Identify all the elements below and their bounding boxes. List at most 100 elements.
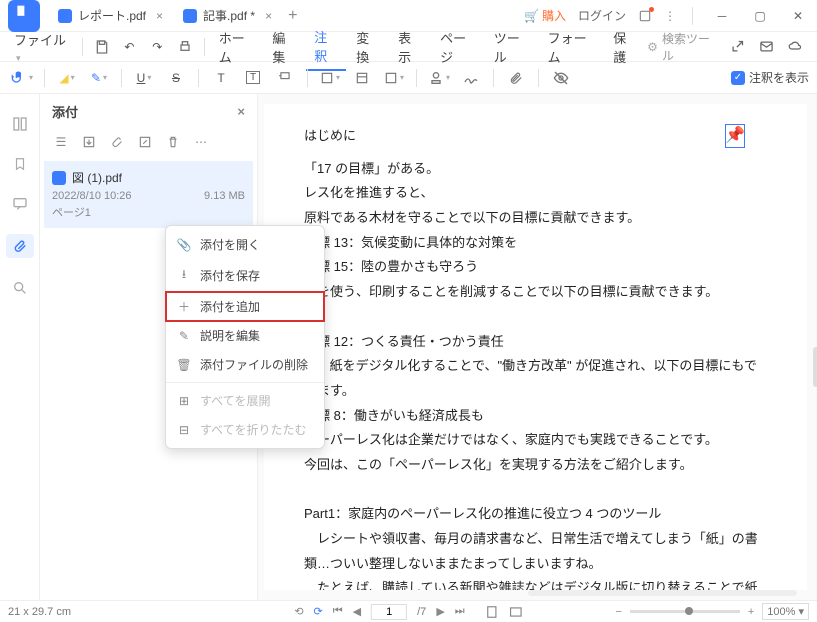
last-page-icon[interactable]: ⏭	[455, 605, 465, 618]
zoom-slider[interactable]	[630, 610, 740, 613]
pencil-icon[interactable]: ✎▾	[85, 66, 113, 90]
attachment-context-menu: 📎添付を開く ⭳添付を保存 ＋添付を追加 ✎説明を編集 🗑添付ファイルの削除 ⊞…	[165, 225, 325, 449]
pdf-page[interactable]: 📌 はじめに 「17 の目標」がある。レス化を推進すると、原料である木材を守るこ…	[264, 104, 807, 590]
doc-line: たとえば、購読している新聞や雑誌などはデジタル版に切り替えることで紙を減らすこと…	[304, 576, 767, 590]
add-tab-button[interactable]: +	[288, 7, 297, 25]
page-number-input[interactable]	[371, 604, 407, 620]
undo-icon[interactable]: ↶	[117, 35, 143, 59]
doc-line: 目標 12：つくる責任・つかう責任	[304, 330, 767, 355]
add-icon: ＋	[176, 298, 192, 315]
note-icon[interactable]: ▾	[316, 66, 344, 90]
print-icon[interactable]	[172, 35, 198, 59]
menu-home[interactable]: ホーム	[211, 24, 263, 70]
redo-icon[interactable]: ↷	[144, 35, 170, 59]
hand-tool-icon[interactable]: ▾	[8, 66, 36, 90]
cloud-icon[interactable]	[788, 39, 803, 54]
save-icon[interactable]	[89, 35, 115, 59]
doc-line: Part1：家庭内のペーパーレス化の推進に役立つ 4 つのツール	[304, 502, 767, 527]
area-highlight-icon[interactable]	[348, 66, 376, 90]
bookmarks-icon[interactable]	[10, 154, 30, 174]
search-tool[interactable]: ⚙ 検索ツール	[647, 30, 716, 64]
notification-icon[interactable]	[638, 9, 652, 23]
first-page-icon[interactable]: ⏮	[333, 605, 343, 618]
login-link[interactable]: ログイン	[578, 7, 626, 24]
comments-icon[interactable]	[10, 194, 30, 214]
doc-line: 今回は、この「ペーパーレス化」を実現する方法をご紹介します。	[304, 453, 767, 478]
list-icon[interactable]: ☰	[52, 133, 70, 151]
ctx-edit-description[interactable]: ✎説明を編集	[166, 321, 324, 350]
statusbar: 21 x 29.7 cm ⟲ ⟳ ⏮ ◀ /7 ▶ ⏭ − + 100% ▾	[0, 600, 817, 622]
purchase-link[interactable]: 🛒 購入	[524, 7, 566, 24]
ctx-delete-attachment[interactable]: 🗑添付ファイルの削除	[166, 350, 324, 379]
textbox-icon[interactable]: T	[239, 66, 267, 90]
close-icon[interactable]: ×	[237, 104, 245, 119]
close-icon[interactable]: ×	[265, 9, 272, 23]
page-total: /7	[417, 606, 426, 618]
attachment-size: 9.13 MB	[204, 190, 245, 202]
maximize-button[interactable]: ▢	[747, 3, 773, 29]
minimize-button[interactable]: ─	[709, 3, 735, 29]
kebab-menu-icon[interactable]: ⋮	[664, 9, 676, 23]
share-icon[interactable]	[730, 39, 745, 54]
ctx-open-attachment[interactable]: 📎添付を開く	[166, 230, 324, 259]
attachments-icon[interactable]	[6, 234, 34, 258]
menu-view[interactable]: 表示	[390, 24, 430, 70]
menu-tool[interactable]: ツール	[486, 24, 538, 70]
menu-form[interactable]: フォーム	[540, 24, 604, 70]
rotate-right-icon[interactable]: ⟳	[314, 605, 323, 618]
search-panel-icon[interactable]	[10, 278, 30, 298]
menu-protect[interactable]: 保護	[605, 24, 645, 70]
attachment-item[interactable]: 図 (1).pdf 2022/8/10 10:26 9.13 MB ページ1	[44, 161, 253, 228]
tab-label: 記事.pdf *	[203, 7, 255, 24]
strikethrough-icon[interactable]: S	[162, 66, 190, 90]
pdf-icon	[183, 9, 197, 23]
callout-icon[interactable]	[271, 66, 299, 90]
hide-icon[interactable]	[547, 66, 575, 90]
doc-line	[304, 478, 767, 503]
collapse-icon: ⊟	[176, 423, 192, 437]
stamp-icon[interactable]: ▾	[425, 66, 453, 90]
horizontal-scrollbar[interactable]	[528, 590, 797, 596]
highlight-icon[interactable]: ◢▾	[53, 66, 81, 90]
mail-icon[interactable]	[759, 39, 774, 54]
zoom-select[interactable]: 100% ▾	[762, 603, 809, 620]
menu-annotate[interactable]: 注釈	[306, 23, 346, 71]
prev-page-icon[interactable]: ◀	[353, 605, 361, 618]
save-attachment-icon[interactable]	[80, 133, 98, 151]
doc-body: 「17 の目標」がある。レス化を推進すると、原料である木材を守ることで以下の目標…	[304, 157, 767, 590]
close-icon[interactable]: ×	[156, 9, 163, 23]
menu-page[interactable]: ページ	[432, 24, 484, 70]
ctx-save-attachment[interactable]: ⭳添付を保存	[166, 259, 324, 292]
doc-line: 紙を使う、印刷することを削減することで以下の目標に貢献できます。	[304, 280, 767, 305]
document-area: W 📌 はじめに 「17 の目標」がある。レス化を推進すると、原料である木材を守…	[258, 94, 817, 600]
text-tool-icon[interactable]: T	[207, 66, 235, 90]
menu-file[interactable]: ファイル▾	[6, 26, 76, 68]
more-icon[interactable]: ⋯	[192, 133, 210, 151]
delete-icon[interactable]	[164, 133, 182, 151]
zoom-out-icon[interactable]: −	[615, 606, 621, 618]
shapes-icon[interactable]: ▾	[380, 66, 408, 90]
close-button[interactable]: ✕	[785, 3, 811, 29]
fit-icon[interactable]	[485, 605, 499, 619]
sidebar-rail	[0, 94, 40, 600]
edit-icon[interactable]	[136, 133, 154, 151]
attachment-pin[interactable]: 📌	[725, 124, 745, 148]
ctx-collapse-all: ⊟すべてを折りたたむ	[166, 415, 324, 444]
rotate-left-icon[interactable]: ⟲	[294, 605, 303, 618]
attachment-icon[interactable]	[502, 66, 530, 90]
zoom-in-icon[interactable]: +	[748, 606, 754, 618]
underline-icon[interactable]: U▾	[130, 66, 158, 90]
signature-icon[interactable]	[457, 66, 485, 90]
next-page-icon[interactable]: ▶	[436, 605, 444, 618]
panel-toolbar: ☰ ⋯	[40, 129, 257, 159]
thumbnails-icon[interactable]	[10, 114, 30, 134]
menu-edit[interactable]: 編集	[264, 24, 304, 70]
reading-mode-icon[interactable]	[509, 605, 523, 619]
show-annotations-toggle[interactable]: ✓ 注釈を表示	[731, 69, 809, 86]
add-attachment-icon[interactable]	[108, 133, 126, 151]
doc-line: 原料である木材を守ることで以下の目標に貢献できます。	[304, 206, 767, 231]
vertical-scrollbar[interactable]	[813, 347, 817, 387]
ctx-add-attachment[interactable]: ＋添付を追加	[166, 292, 324, 321]
expand-icon: ⊞	[176, 394, 192, 408]
menu-convert[interactable]: 変換	[348, 24, 388, 70]
